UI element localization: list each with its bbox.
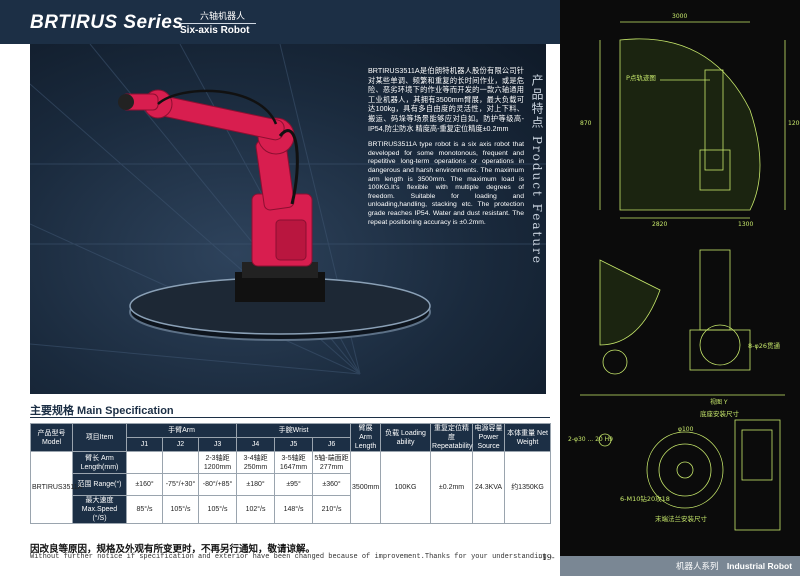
end-flange-label: 末端法兰安装尺寸	[655, 515, 707, 523]
header-weight: 本体重量 Net Weight	[504, 423, 552, 452]
cell: 3-5轴距 1647mm	[274, 451, 314, 474]
dim-b: 1200	[788, 120, 800, 127]
axis-j1: J1	[126, 437, 163, 452]
header-load: 负载 Loading ability	[380, 423, 432, 452]
cell: ±360°	[312, 473, 352, 496]
cell: -75°/+30°	[162, 473, 199, 496]
cell: 3-4轴距 250mm	[236, 451, 276, 474]
bolt-label: 6-M10钻20攻18	[620, 495, 670, 503]
axis-j3: J3	[197, 437, 238, 452]
dim-row: 2-φ30 ... 20 H9	[568, 436, 613, 443]
axis-j4: J4	[236, 437, 276, 452]
cell: 2-3轴距 1200mm	[197, 451, 238, 474]
cell: 85°/s	[126, 495, 163, 524]
spec-heading: 主要规格 Main Specification	[30, 405, 174, 417]
technical-drawing	[580, 21, 786, 531]
product-feature-title: 产品特点 Product Feature	[530, 74, 544, 265]
dim-1300: 1300	[738, 221, 754, 228]
right-footer: 机器人系列 Industrial Robot	[560, 556, 800, 576]
cell: ±180°	[236, 473, 276, 496]
load-value: 100KG	[380, 451, 432, 524]
axis-j2: J2	[162, 437, 199, 452]
right-footer-text: 机器人系列 Industrial Robot	[676, 560, 792, 572]
power-value: 24.3KVA	[472, 451, 506, 524]
footer-series-en: Industrial Robot	[726, 561, 793, 571]
model-cell: BRTIRUS3511A	[30, 451, 82, 524]
cell	[162, 451, 199, 474]
weight-value: 约1350KG	[504, 451, 552, 524]
table-row: BRTIRUS3511A 臂长 Arm Length(mm) 2-3轴距 120…	[30, 451, 552, 524]
header-repeat: 重复定位精度 Repeatability	[430, 423, 474, 452]
row-label: 最大速度 Max.Speed (°/S)	[72, 495, 127, 524]
cell: ±95°	[274, 473, 314, 496]
subtitle-cn: 六轴机器人	[200, 11, 246, 21]
header-model: 产品型号 Model	[30, 423, 73, 452]
cell: 210°/s	[312, 495, 352, 524]
axis-j5: J5	[274, 437, 314, 452]
cell: 105°/s	[197, 495, 238, 524]
dim-top: 3000	[672, 13, 688, 20]
description-en: BRTIRUS3511A type robot is a six axis ro…	[368, 141, 524, 226]
header-item: 项目Item	[72, 423, 127, 452]
footer-series-cn: 机器人系列	[676, 561, 719, 571]
cell: 102°/s	[236, 495, 276, 524]
cell: -80°/+85°	[197, 473, 238, 496]
dim-a: 870	[580, 120, 592, 127]
subtitle-en: Six-axis Robot	[180, 23, 256, 36]
series-title: BRTIRUS Series	[30, 12, 184, 33]
row-label: 范围 Range(°)	[72, 473, 127, 496]
dim-100: φ100	[678, 426, 694, 433]
dim-2820: 2820	[652, 221, 668, 228]
right-page: 3000 P点轨迹图 2820 1300 870 1200 8-φ26贯通 视图…	[560, 0, 800, 576]
cell: 105°/s	[162, 495, 199, 524]
spec-table: 产品型号 Model 项目Item 手臂Arm 手腕Wrist 臂展 Arm L…	[30, 423, 552, 524]
row-label: 臂长 Arm Length(mm)	[72, 451, 127, 474]
header-power: 电源容量 Power Source	[472, 423, 506, 452]
header-arm-length: 臂展 Arm Length	[350, 423, 382, 452]
cell: 148°/s	[274, 495, 314, 524]
header-wrist: 手腕Wrist	[236, 423, 352, 438]
cell	[126, 451, 163, 474]
footer-notice-en: Without further notice if specification …	[30, 553, 551, 561]
spec-divider	[30, 417, 550, 418]
base-label: 底座安装尺寸	[700, 410, 739, 418]
p-point-label: P点轨迹图	[626, 74, 656, 82]
arm-length-value: 3500mm	[350, 451, 382, 524]
header-bar: BRTIRUS Series 六轴机器人 Six-axis Robot	[0, 0, 560, 44]
axis-j6: J6	[312, 437, 352, 452]
cell: 5轴-端面距 277mm	[312, 451, 352, 474]
page-number: -19-	[539, 553, 555, 562]
left-page: BRTIRUS Series 六轴机器人 Six-axis Robot 产品特点…	[0, 0, 560, 576]
cell: ±160°	[126, 473, 163, 496]
description-box: BRTIRUS3511A是伯朗特机器人股份有限公司针对某些单调、频繁和重复的长时…	[368, 66, 524, 244]
dia-label: 8-φ26贯通	[748, 342, 781, 350]
repeat-value: ±0.2mm	[430, 451, 474, 524]
description-cn: BRTIRUS3511A是伯朗特机器人股份有限公司针对某些单调、频繁和重复的长时…	[368, 66, 524, 133]
header-arm: 手臂Arm	[125, 423, 238, 438]
view-y-label: 视图 Y	[710, 399, 728, 406]
